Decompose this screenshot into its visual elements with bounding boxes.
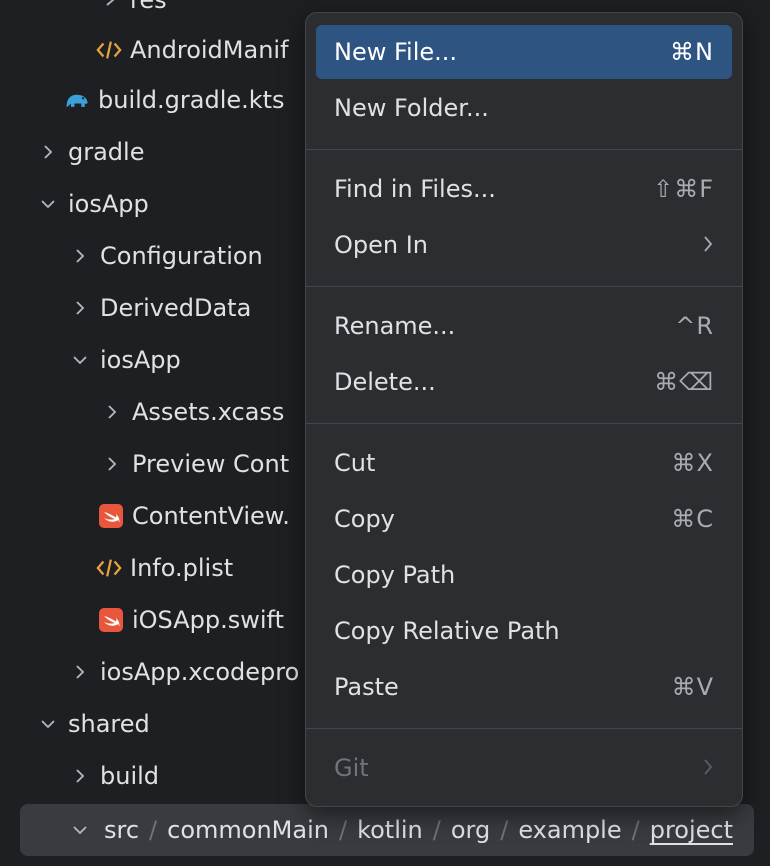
breadcrumb-separator: /	[338, 816, 348, 844]
tree-row-src-selected[interactable]: src / commonMain / kotlin / org / exampl…	[20, 804, 754, 856]
menu-item-label: Find in Files...	[334, 175, 496, 203]
menu-divider	[306, 149, 742, 150]
submenu-chevron-icon	[702, 231, 714, 259]
breadcrumb-separator: /	[500, 816, 509, 844]
chevron-right-icon[interactable]	[98, 0, 122, 12]
swift-file-icon	[98, 503, 124, 529]
tree-row-iosapp[interactable]: iosApp	[36, 178, 149, 230]
tree-row-label: build.gradle.kts	[98, 86, 285, 114]
menu-divider	[306, 728, 742, 729]
chevron-right-icon[interactable]	[68, 244, 92, 268]
chevron-right-icon[interactable]	[100, 452, 124, 476]
tree-row-shared[interactable]: shared	[36, 698, 150, 750]
menu-item-label: New Folder...	[334, 94, 489, 122]
swift-file-icon	[98, 607, 124, 633]
menu-item-label: Git	[334, 754, 369, 782]
chevron-down-icon[interactable]	[36, 192, 60, 216]
tree-row-info-plist[interactable]: Info.plist	[96, 542, 233, 594]
menu-item-new-file[interactable]: New File... ⌘N	[316, 25, 732, 79]
chevron-right-icon[interactable]	[100, 400, 124, 424]
tree-row-androidmanifest[interactable]: AndroidManif	[96, 24, 289, 76]
menu-item-shortcut: ⌘C	[671, 505, 714, 533]
menu-divider	[306, 286, 742, 287]
breadcrumb-commonmain[interactable]: commonMain	[167, 816, 329, 844]
tree-row-build-gradle-kts[interactable]: build.gradle.kts	[64, 74, 285, 126]
menu-item-label: Copy	[334, 505, 395, 533]
chevron-down-icon[interactable]	[36, 712, 60, 736]
tree-row-contentview[interactable]: ContentView.	[98, 490, 290, 542]
menu-item-shortcut: ⌘N	[670, 38, 714, 66]
menu-item-label: Cut	[334, 449, 376, 477]
menu-item-shortcut: ⌘V	[671, 673, 714, 701]
breadcrumb-kotlin[interactable]: kotlin	[357, 816, 423, 844]
tree-row-deriveddata[interactable]: DerivedData	[68, 282, 251, 334]
chevron-right-icon[interactable]	[68, 660, 92, 684]
menu-item-git[interactable]: Git	[316, 741, 732, 795]
xml-file-icon	[96, 37, 122, 63]
menu-item-label: Rename...	[334, 312, 456, 340]
chevron-right-icon[interactable]	[68, 296, 92, 320]
xml-file-icon	[96, 555, 122, 581]
tree-row-label: iOSApp.swift	[132, 606, 284, 634]
tree-row-assets[interactable]: Assets.xcass	[100, 386, 284, 438]
tree-row-xcodeproj[interactable]: iosApp.xcodepro	[68, 646, 299, 698]
menu-item-shortcut: ^R	[675, 312, 714, 340]
tree-row-label: iosApp.xcodepro	[100, 658, 300, 686]
menu-item-new-folder[interactable]: New Folder...	[316, 81, 732, 135]
gradle-elephant-icon	[64, 87, 90, 113]
tree-row-label: gradle	[68, 138, 145, 166]
tree-row-res[interactable]: res	[98, 0, 167, 26]
tree-row-label: ContentView.	[132, 502, 290, 530]
tree-row-label: Assets.xcass	[132, 398, 285, 426]
tree-row-build[interactable]: build	[68, 750, 159, 802]
breadcrumb-separator: /	[631, 816, 640, 844]
context-menu: New File... ⌘N New Folder... Find in Fil…	[305, 12, 743, 807]
chevron-down-icon[interactable]	[68, 818, 92, 842]
tree-row-label: iosApp	[68, 190, 149, 218]
tree-row-configuration[interactable]: Configuration	[68, 230, 263, 282]
tree-row-label: Preview Cont	[132, 450, 290, 478]
tree-row-iosapp-nested[interactable]: iosApp	[68, 334, 181, 386]
chevron-right-icon[interactable]	[36, 140, 60, 164]
menu-item-delete[interactable]: Delete... ⌘⌫	[316, 355, 732, 409]
tree-row-gradle[interactable]: gradle	[36, 126, 144, 178]
menu-item-copy-path[interactable]: Copy Path	[316, 548, 732, 602]
menu-item-label: Paste	[334, 673, 399, 701]
menu-item-label: Open In	[334, 231, 429, 259]
breadcrumb-separator: /	[149, 816, 158, 844]
breadcrumb-separator: /	[432, 816, 441, 844]
tree-row-label: build	[100, 762, 160, 790]
menu-item-label: New File...	[334, 38, 458, 66]
tree-row-label: iosApp	[100, 346, 181, 374]
breadcrumb-org[interactable]: org	[451, 816, 490, 844]
tree-row-label: Configuration	[100, 242, 263, 270]
tree-row-iosapp-swift[interactable]: iOSApp.swift	[98, 594, 284, 646]
tree-row-label: DerivedData	[100, 294, 252, 322]
menu-divider	[306, 423, 742, 424]
menu-item-cut[interactable]: Cut ⌘X	[316, 436, 732, 490]
menu-item-shortcut: ⌘X	[671, 449, 714, 477]
menu-item-label: Delete...	[334, 368, 436, 396]
menu-item-paste[interactable]: Paste ⌘V	[316, 660, 732, 714]
breadcrumb-example[interactable]: example	[518, 816, 621, 844]
menu-item-copy[interactable]: Copy ⌘C	[316, 492, 732, 546]
menu-item-open-in[interactable]: Open In	[316, 218, 732, 272]
chevron-down-icon[interactable]	[68, 348, 92, 372]
menu-item-label: Copy Path	[334, 561, 456, 589]
tree-row-label: Info.plist	[130, 554, 234, 582]
tree-row-preview-content[interactable]: Preview Cont	[100, 438, 289, 490]
chevron-right-icon[interactable]	[68, 764, 92, 788]
tree-row-label: shared	[68, 710, 150, 738]
submenu-chevron-icon	[702, 754, 714, 782]
menu-item-copy-relative-path[interactable]: Copy Relative Path	[316, 604, 732, 658]
menu-item-find-in-files[interactable]: Find in Files... ⇧⌘F	[316, 162, 732, 216]
menu-item-label: Copy Relative Path	[334, 617, 560, 645]
breadcrumb-project[interactable]: project	[650, 816, 733, 844]
menu-item-rename[interactable]: Rename... ^R	[316, 299, 732, 353]
menu-item-shortcut: ⌘⌫	[654, 368, 714, 396]
tree-row-label: res	[130, 0, 167, 14]
breadcrumb-src[interactable]: src	[104, 816, 139, 844]
menu-item-shortcut: ⇧⌘F	[653, 175, 714, 203]
tree-row-label: AndroidManif	[130, 36, 289, 64]
